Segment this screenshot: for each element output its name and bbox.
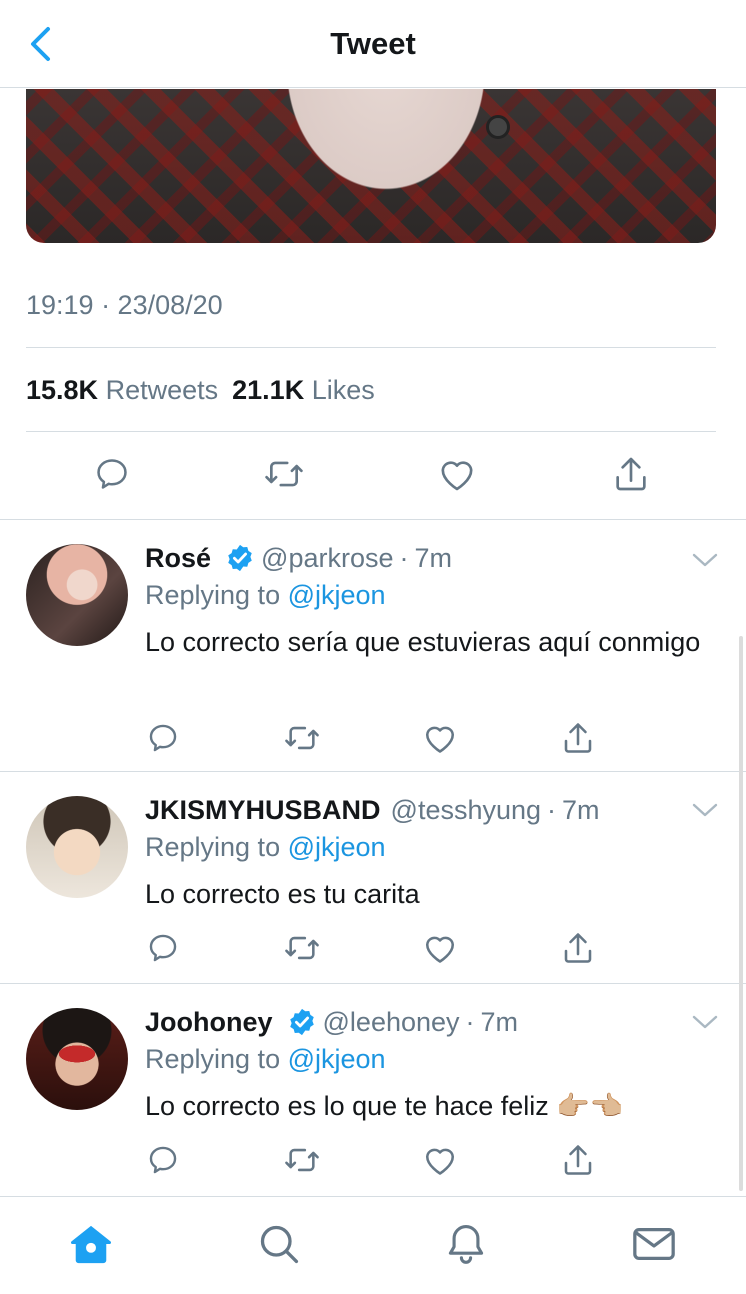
tweet-action-bar bbox=[0, 452, 746, 502]
reply-text: Lo correcto sería que estuvieras aquí co… bbox=[145, 627, 701, 657]
divider bbox=[26, 431, 716, 432]
replying-to: Replying to @jkjeon bbox=[145, 580, 705, 614]
reply-text: Lo correcto es tu carita bbox=[145, 879, 420, 909]
notifications-icon bbox=[448, 1225, 484, 1264]
page-title: Tweet bbox=[330, 26, 416, 61]
tab-home[interactable] bbox=[66, 1219, 116, 1269]
reply-icon bbox=[149, 934, 177, 962]
share-button[interactable] bbox=[609, 452, 653, 496]
display-name[interactable]: Joohoney bbox=[145, 1007, 273, 1038]
reply-time: 7m bbox=[562, 794, 600, 825]
reply-header: Rosé @parkrose · 7m bbox=[145, 540, 705, 576]
mention-link[interactable]: @jkjeon bbox=[288, 1044, 386, 1074]
display-name[interactable]: JKISMYHUSBAND bbox=[145, 795, 381, 826]
replying-to-prefix: Replying to bbox=[145, 832, 281, 862]
like-button[interactable] bbox=[418, 1138, 462, 1182]
like-button[interactable] bbox=[435, 452, 479, 496]
reply-tweet[interactable]: Rosé @parkrose · 7m Replying to @jkjeon … bbox=[0, 520, 746, 771]
replying-to-prefix: Replying to bbox=[145, 580, 281, 610]
tweet-timestamp: 19:19 · 23/08/20 bbox=[26, 290, 223, 320]
heart-icon bbox=[441, 461, 473, 491]
reply-button[interactable] bbox=[141, 926, 185, 970]
retweets-count: 15.8K bbox=[26, 375, 99, 405]
retweet-button[interactable] bbox=[280, 926, 324, 970]
avatar[interactable] bbox=[26, 1008, 128, 1110]
likes-label: Likes bbox=[311, 375, 375, 405]
retweet-icon bbox=[285, 936, 319, 960]
tweet-stats: 15.8K Retweets 21.1K Likes bbox=[26, 375, 375, 406]
retweets-stat[interactable]: 15.8K Retweets bbox=[26, 375, 218, 405]
replying-to: Replying to @jkjeon bbox=[145, 1044, 705, 1078]
mention-link[interactable]: @jkjeon bbox=[288, 832, 386, 862]
reply-button[interactable] bbox=[141, 716, 185, 760]
share-icon bbox=[564, 933, 592, 963]
verified-badge-icon bbox=[228, 544, 252, 572]
reply-icon bbox=[149, 1146, 177, 1174]
mention-link[interactable]: @jkjeon bbox=[288, 580, 386, 610]
reply-header: Joohoney @leehoney · 7m bbox=[145, 1004, 705, 1040]
divider bbox=[26, 347, 716, 348]
likes-count: 21.1K bbox=[232, 375, 305, 405]
messages-icon bbox=[633, 1227, 675, 1261]
like-button[interactable] bbox=[418, 926, 462, 970]
reply-button[interactable] bbox=[141, 1138, 185, 1182]
retweet-icon bbox=[285, 1148, 319, 1172]
share-icon bbox=[616, 457, 646, 491]
reply-time: 7m bbox=[480, 1006, 519, 1037]
share-button[interactable] bbox=[556, 1138, 600, 1182]
share-icon bbox=[564, 1145, 592, 1175]
tab-notifications[interactable] bbox=[441, 1219, 491, 1269]
tab-messages[interactable] bbox=[629, 1219, 679, 1269]
scrollbar[interactable] bbox=[739, 636, 743, 1191]
reply-icon bbox=[149, 724, 177, 752]
reply-action-bar bbox=[0, 716, 746, 766]
reply-button[interactable] bbox=[90, 452, 134, 496]
replying-to-prefix: Replying to bbox=[145, 1044, 281, 1074]
reply-action-bar bbox=[0, 926, 746, 976]
replying-to: Replying to @jkjeon bbox=[145, 832, 705, 866]
bottom-tab-bar bbox=[0, 1196, 746, 1294]
like-button[interactable] bbox=[418, 716, 462, 760]
share-button[interactable] bbox=[556, 926, 600, 970]
avatar[interactable] bbox=[26, 544, 128, 646]
separator-dot: · bbox=[547, 794, 557, 825]
heart-icon bbox=[425, 1148, 455, 1175]
username: @parkrose bbox=[261, 542, 394, 573]
display-name[interactable]: Rosé bbox=[145, 543, 211, 574]
heart-icon bbox=[425, 726, 455, 753]
reply-tweet[interactable]: Joohoney @leehoney · 7m Replying to @jkj… bbox=[0, 984, 746, 1195]
reply-tweet[interactable]: JKISMYHUSBAND @tesshyung · 7m Replying t… bbox=[0, 772, 746, 983]
username: @leehoney bbox=[322, 1006, 460, 1037]
reply-icon bbox=[97, 459, 127, 489]
reply-header: JKISMYHUSBAND @tesshyung · 7m bbox=[145, 792, 705, 828]
reply-time: 7m bbox=[414, 542, 453, 573]
share-icon bbox=[564, 723, 592, 753]
retweet-button[interactable] bbox=[280, 716, 324, 760]
separator-dot: · bbox=[399, 542, 409, 573]
search-icon bbox=[260, 1225, 299, 1264]
likes-stat[interactable]: 21.1K Likes bbox=[232, 375, 375, 405]
share-button[interactable] bbox=[556, 716, 600, 760]
retweet-icon bbox=[285, 726, 319, 750]
retweets-label: Retweets bbox=[105, 375, 219, 405]
retweet-icon bbox=[265, 461, 303, 487]
heart-icon bbox=[425, 936, 455, 963]
home-icon bbox=[70, 1225, 112, 1264]
reply-text: Lo correcto es lo que te hace feliz 👉🏼👈🏼 bbox=[145, 1091, 624, 1121]
verified-badge-icon bbox=[289, 1008, 314, 1036]
avatar[interactable] bbox=[26, 796, 128, 898]
tweet-media-image[interactable] bbox=[26, 89, 716, 243]
shirt-button-detail bbox=[486, 115, 510, 139]
top-navigation-bar: Tweet bbox=[0, 0, 746, 88]
tab-search[interactable] bbox=[254, 1219, 304, 1269]
retweet-button[interactable] bbox=[262, 452, 306, 496]
separator-dot: · bbox=[465, 1006, 475, 1037]
retweet-button[interactable] bbox=[280, 1138, 324, 1182]
username: @tesshyung bbox=[390, 794, 542, 825]
reply-action-bar bbox=[0, 1138, 746, 1188]
